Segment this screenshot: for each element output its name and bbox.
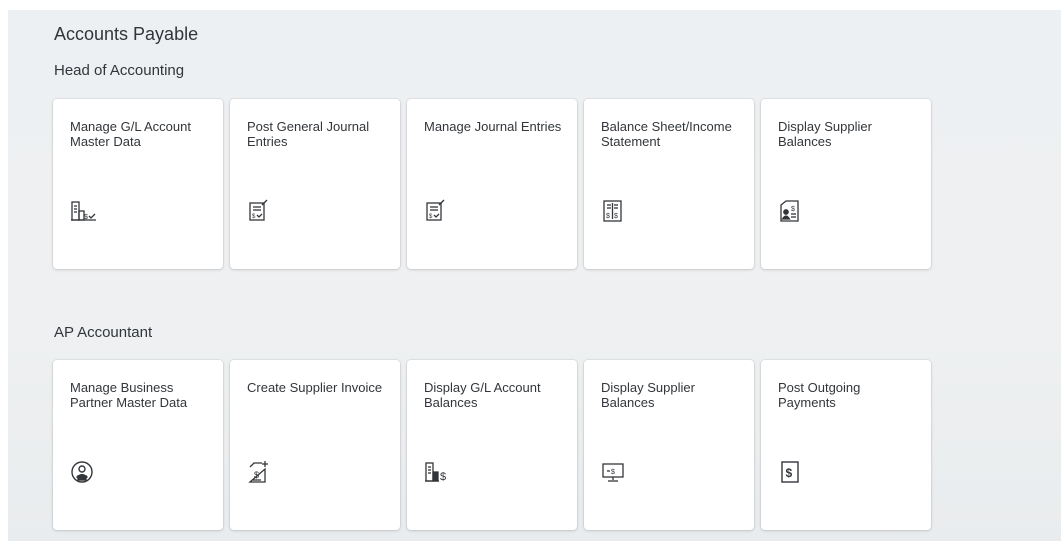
tile-title: Manage G/L Account Master Data <box>70 119 191 149</box>
group-title-head-of-accounting: Head of Accounting <box>54 62 185 79</box>
tile-create-supplier-invoice[interactable]: Create Supplier Invoice $ <box>230 360 400 530</box>
tile-title: Post General Journal Entries <box>247 119 370 149</box>
tile-display-supplier-balances-ap[interactable]: Display Supplier Balances $ <box>584 360 754 530</box>
tile-title: Balance Sheet/Income Statement <box>601 119 732 149</box>
svg-text:$: $ <box>786 466 793 480</box>
create-invoice-icon: $ <box>247 460 271 484</box>
svg-text:$: $ <box>252 214 256 220</box>
svg-text:$: $ <box>791 206 795 213</box>
svg-text:$: $ <box>614 213 618 220</box>
tile-manage-business-partner-master-data[interactable]: Manage Business Partner Master Data <box>53 360 223 530</box>
launchpad-page: Accounts Payable Head of Accounting Mana… <box>8 10 1061 541</box>
business-partner-icon <box>70 460 94 484</box>
tile-manage-journal-entries[interactable]: Manage Journal Entries $ <box>407 99 577 269</box>
tile-display-gl-account-balances[interactable]: Display G/L Account Balances $ <box>407 360 577 530</box>
svg-text:$: $ <box>440 471 446 483</box>
tile-title: Manage Journal Entries <box>424 119 562 134</box>
svg-text:$: $ <box>429 214 433 220</box>
building-dollar-check-icon: $ <box>70 199 96 223</box>
building-dollar-icon: $ <box>424 460 448 484</box>
tile-container-ap-accountant: Manage Business Partner Master Data Crea… <box>53 360 931 530</box>
page-title: Accounts Payable <box>54 24 199 44</box>
tile-post-general-journal-entries[interactable]: Post General Journal Entries $ <box>230 99 400 269</box>
tile-post-outgoing-payments[interactable]: Post Outgoing Payments $ <box>761 360 931 530</box>
tile-container-head-of-accounting: Manage G/L Account Master Data $ Post Ge… <box>53 99 931 269</box>
tile-title: Display G/L Account Balances <box>424 380 541 410</box>
balance-sheet-icon: $ $ <box>601 199 625 223</box>
tile-balance-sheet-income-statement[interactable]: Balance Sheet/Income Statement $ $ <box>584 99 754 269</box>
tile-title: Post Outgoing Payments <box>778 380 861 410</box>
monitor-dollar-icon: $ <box>601 460 625 484</box>
outgoing-payment-icon: $ <box>778 460 802 484</box>
journal-entry-icon: $ <box>247 199 271 223</box>
tile-manage-gl-account-master-data[interactable]: Manage G/L Account Master Data $ <box>53 99 223 269</box>
tile-display-supplier-balances[interactable]: Display Supplier Balances $ <box>761 99 931 269</box>
tile-title: Create Supplier Invoice <box>247 380 383 395</box>
supplier-balance-icon: $ <box>778 199 802 223</box>
svg-text:$: $ <box>611 469 615 476</box>
tile-title: Display Supplier Balances <box>778 119 872 149</box>
svg-text:$: $ <box>254 470 259 480</box>
group-title-ap-accountant: AP Accountant <box>54 324 153 341</box>
tile-title: Display Supplier Balances <box>601 380 695 410</box>
svg-text:$: $ <box>606 213 610 220</box>
tile-title: Manage Business Partner Master Data <box>70 380 188 410</box>
journal-entry-icon: $ <box>424 199 448 223</box>
